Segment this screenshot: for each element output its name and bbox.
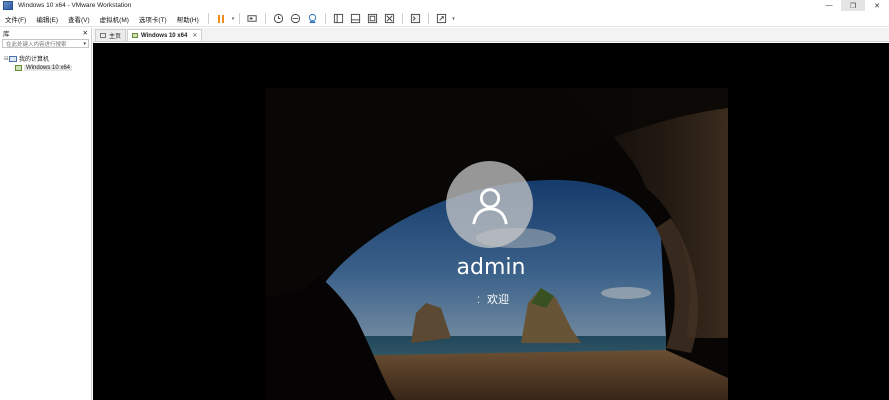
tree-item-label: Windows 10 x64	[24, 64, 73, 71]
menu-file[interactable]: 文件(F)	[0, 11, 31, 27]
guest-username: admin	[456, 255, 526, 280]
tab-label: Windows 10 x64	[141, 32, 188, 39]
guest-login-screen: admin ⁚ 欢迎	[93, 43, 889, 400]
tab-close-button[interactable]: ✕	[192, 32, 197, 39]
library-search-input[interactable]: 在此处键入内容进行搜索 ▾	[2, 39, 89, 48]
library-header: 库 ✕	[0, 28, 91, 38]
send-ctrl-alt-del-icon	[247, 15, 257, 22]
menu-help[interactable]: 帮助(H)	[172, 11, 204, 27]
console-view-icon	[411, 13, 421, 24]
stretch-dropdown[interactable]: ▾	[450, 11, 456, 27]
manage-snapshots-button[interactable]	[306, 12, 319, 25]
menu-view[interactable]: 查看(V)	[63, 11, 95, 27]
tree-item-windows-10-x64[interactable]: Windows 10 x64	[4, 63, 91, 72]
full-screen-button[interactable]	[366, 12, 379, 25]
tree-item-label: 我的计算机	[19, 57, 50, 63]
pause-button[interactable]	[215, 12, 228, 25]
vm-icon	[15, 64, 22, 71]
title-bar: Windows 10 x64 - VMware Workstation — ❐ …	[0, 0, 889, 11]
show-library-icon	[334, 13, 344, 24]
user-icon	[471, 187, 508, 224]
unity-button[interactable]	[383, 12, 396, 25]
vm-console[interactable]: admin ⁚ 欢迎	[93, 43, 889, 400]
library-title: 库	[3, 31, 10, 38]
snapshot-button[interactable]	[272, 12, 285, 25]
tab-windows-10-x64[interactable]: Windows 10 x64 ✕	[127, 29, 203, 41]
toolbar-separator	[402, 13, 404, 24]
toolbar-separator	[207, 13, 209, 24]
maximize-button[interactable]: ❐	[841, 0, 865, 11]
tab-home[interactable]: 主页	[95, 29, 127, 41]
home-icon	[100, 33, 106, 38]
toolbar-separator	[325, 13, 327, 24]
vmware-app-icon	[3, 1, 13, 10]
computer-icon	[9, 55, 17, 62]
tree-item-my-computer[interactable]: ⊟ 我的计算机	[4, 54, 91, 63]
library-close-button[interactable]: ✕	[83, 29, 88, 37]
library-tree: ⊟ 我的计算机 Windows 10 x64	[0, 54, 91, 72]
full-screen-icon	[368, 13, 378, 24]
menu-edit[interactable]: 编辑(E)	[31, 11, 63, 27]
window-title: Windows 10 x64 - VMware Workstation	[18, 2, 132, 9]
menu-tabs[interactable]: 选项卡(T)	[134, 11, 172, 27]
show-library-button[interactable]	[332, 12, 345, 25]
stretch-guest-icon	[437, 13, 447, 24]
thumbnail-bar-icon	[351, 13, 361, 24]
toolbar-separator	[239, 13, 241, 24]
window-controls: — ❐ ✕	[817, 0, 889, 11]
snapshot-icon	[274, 13, 284, 24]
console-view-button[interactable]	[409, 12, 422, 25]
toolbar-separator	[428, 13, 430, 24]
menu-vm[interactable]: 虚拟机(M)	[95, 11, 134, 27]
library-panel: 库 ✕ 在此处键入内容进行搜索 ▾ ⊟ 我的计算机 Windows 10 x64	[0, 28, 92, 400]
tab-label: 主页	[109, 34, 122, 40]
loading-spinner-icon: ⁚	[477, 296, 480, 306]
tab-bar: 主页 Windows 10 x64 ✕	[93, 28, 889, 42]
vm-icon	[132, 33, 139, 38]
revert-snapshot-icon	[291, 13, 301, 24]
pause-icon	[218, 14, 225, 23]
toolbar-separator	[265, 13, 267, 24]
manage-snapshots-icon	[309, 13, 317, 24]
stretch-guest-button[interactable]	[435, 12, 448, 25]
user-avatar	[446, 161, 533, 248]
welcome-text: 欢迎	[487, 293, 509, 306]
thumbnail-bar-button[interactable]	[349, 12, 362, 25]
minimize-button[interactable]: —	[817, 0, 841, 11]
revert-snapshot-button[interactable]	[289, 12, 302, 25]
unity-icon	[385, 13, 395, 24]
menu-bar: 文件(F) 编辑(E) 查看(V) 虚拟机(M) 选项卡(T) 帮助(H) ▾ …	[0, 11, 889, 27]
guest-status: ⁚ 欢迎	[93, 291, 889, 307]
chevron-down-icon[interactable]: ▾	[83, 41, 86, 47]
close-button[interactable]: ✕	[865, 0, 889, 11]
library-search-placeholder: 在此处键入内容进行搜索	[6, 41, 67, 48]
send-ctrl-alt-del-button[interactable]	[246, 12, 259, 25]
pause-dropdown[interactable]: ▾	[230, 11, 236, 27]
